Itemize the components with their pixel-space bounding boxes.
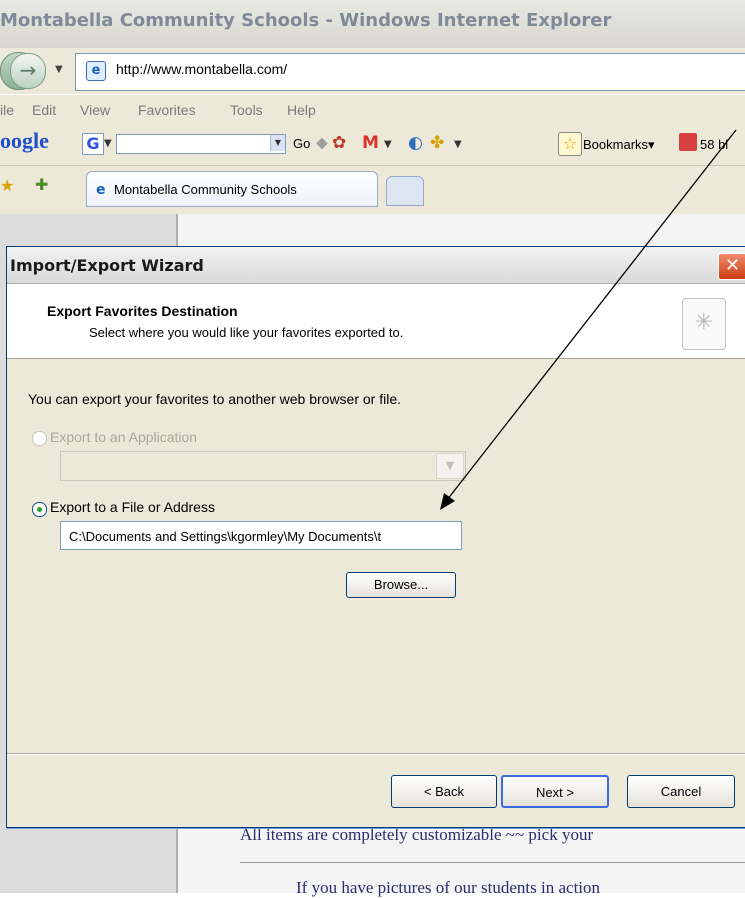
annotation-arrow — [440, 129, 737, 510]
annotation-arrow-head — [440, 493, 455, 510]
annotation-arrow-line — [446, 129, 737, 501]
